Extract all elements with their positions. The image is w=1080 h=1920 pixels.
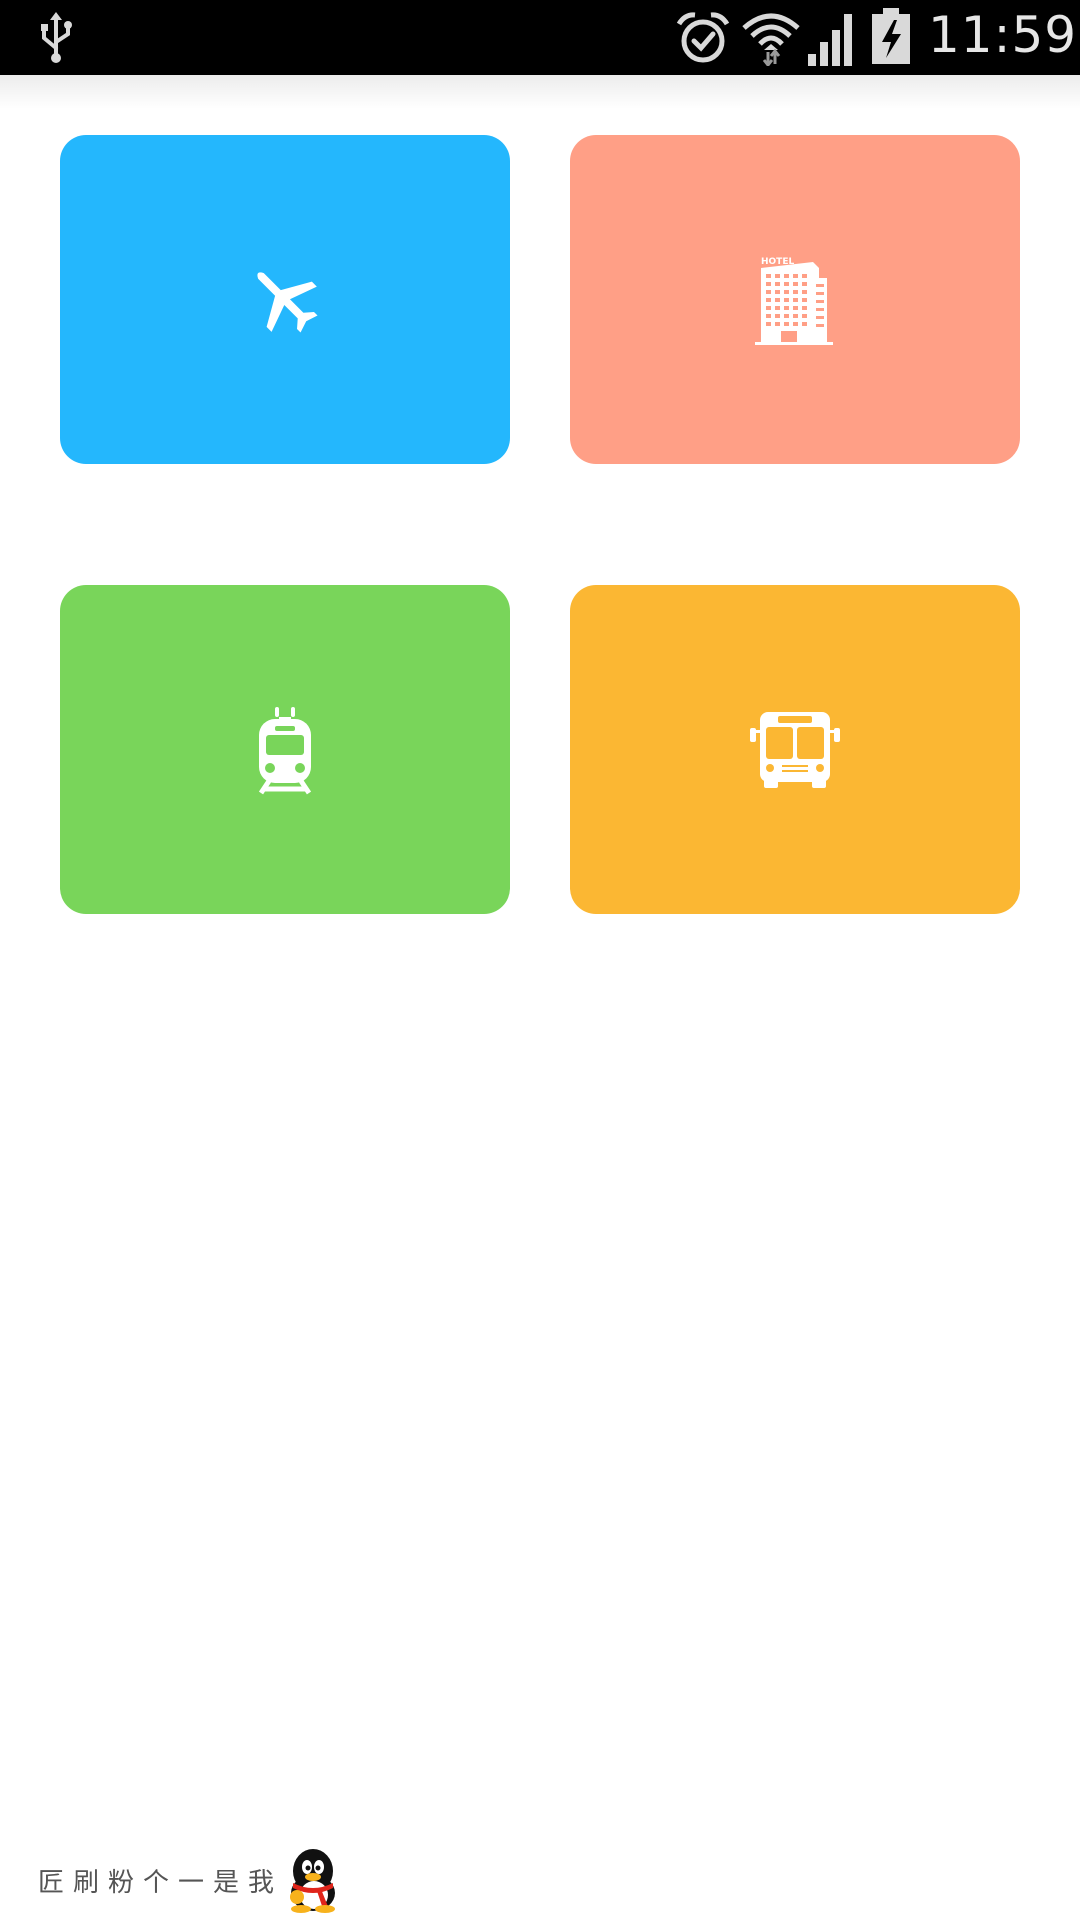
status-bar: 11:59 bbox=[0, 0, 1080, 75]
status-bar-shadow bbox=[0, 75, 1080, 109]
usb-icon bbox=[41, 12, 72, 63]
qq-penguin-icon bbox=[290, 1849, 336, 1913]
flight-tile[interactable] bbox=[60, 135, 510, 464]
footer-text: 匠刷粉个一是我 bbox=[38, 1867, 284, 1898]
hotel-icon: HOTEL bbox=[755, 257, 833, 345]
footer-watermark: 匠刷粉个一是我 bbox=[38, 1848, 345, 1913]
bus-icon bbox=[750, 711, 840, 788]
train-icon bbox=[258, 706, 312, 794]
wifi-icon bbox=[742, 13, 800, 66]
train-tile[interactable] bbox=[60, 585, 510, 914]
alarm-icon bbox=[676, 12, 730, 63]
battery-charging-icon bbox=[872, 8, 910, 64]
airplane-icon bbox=[257, 271, 318, 333]
bus-tile[interactable] bbox=[570, 585, 1020, 914]
clock: 11:59 bbox=[928, 6, 1078, 64]
hotel-tile[interactable]: HOTEL bbox=[570, 135, 1020, 464]
signal-icon bbox=[808, 14, 852, 66]
